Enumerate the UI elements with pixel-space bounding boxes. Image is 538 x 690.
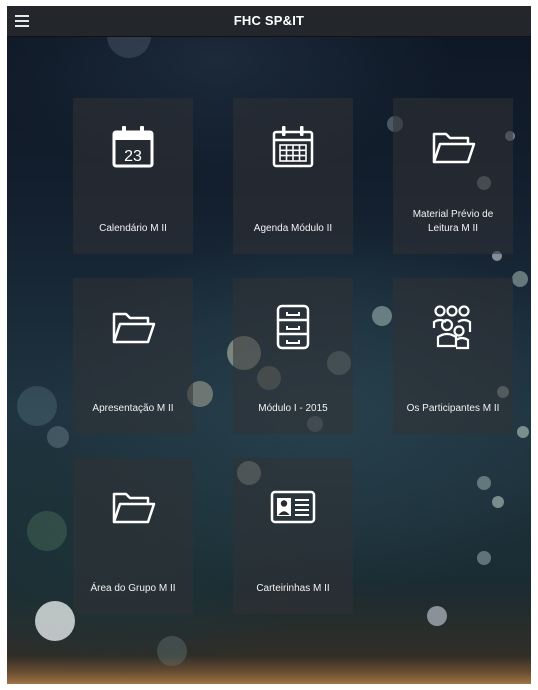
tile-apresentacao[interactable]: Apresentação M II — [73, 278, 193, 434]
tile-label: Carteirinhas M II — [256, 583, 330, 594]
app-title: FHC SP&IT — [233, 13, 305, 28]
calendar-grid-icon — [272, 126, 314, 168]
top-bar: FHC SP&IT — [7, 6, 531, 37]
calendar-day-icon: 23 — [112, 126, 154, 168]
tile-material-previo[interactable]: Material Prévio de Leitura M II — [393, 98, 513, 254]
background-floor-glow — [7, 656, 531, 684]
tile-area-grupo[interactable]: Área do Grupo M II — [73, 458, 193, 614]
tile-carteirinhas[interactable]: Carteirinhas M II — [233, 458, 353, 614]
tile-label: Material Prévio de Leitura M II — [412, 209, 494, 234]
tile-calendario[interactable]: 23 Calendário M II — [73, 98, 193, 254]
folder-icon — [432, 132, 476, 164]
tile-label: Agenda Módulo II — [253, 223, 333, 234]
tile-modulo-i[interactable]: Módulo I - 2015 — [233, 278, 353, 434]
filing-cabinet-icon — [276, 304, 310, 350]
tile-agenda[interactable]: Agenda Módulo II — [233, 98, 353, 254]
app-frame: FHC SP&IT 23 Calendário M II Agenda Módu… — [7, 6, 531, 684]
folder-icon — [112, 312, 156, 344]
id-card-icon — [270, 490, 316, 524]
tile-label: Calendário M II — [99, 223, 167, 234]
folder-icon — [112, 492, 156, 524]
tile-participantes[interactable]: Os Participantes M II — [393, 278, 513, 434]
tile-label: Apresentação M II — [92, 403, 174, 414]
tile-label: Os Participantes M II — [406, 403, 500, 414]
people-group-icon — [432, 305, 472, 350]
svg-text:23: 23 — [124, 148, 142, 165]
tile-label: Área do Grupo M II — [90, 583, 176, 594]
tile-label: Módulo I - 2015 — [258, 403, 328, 414]
